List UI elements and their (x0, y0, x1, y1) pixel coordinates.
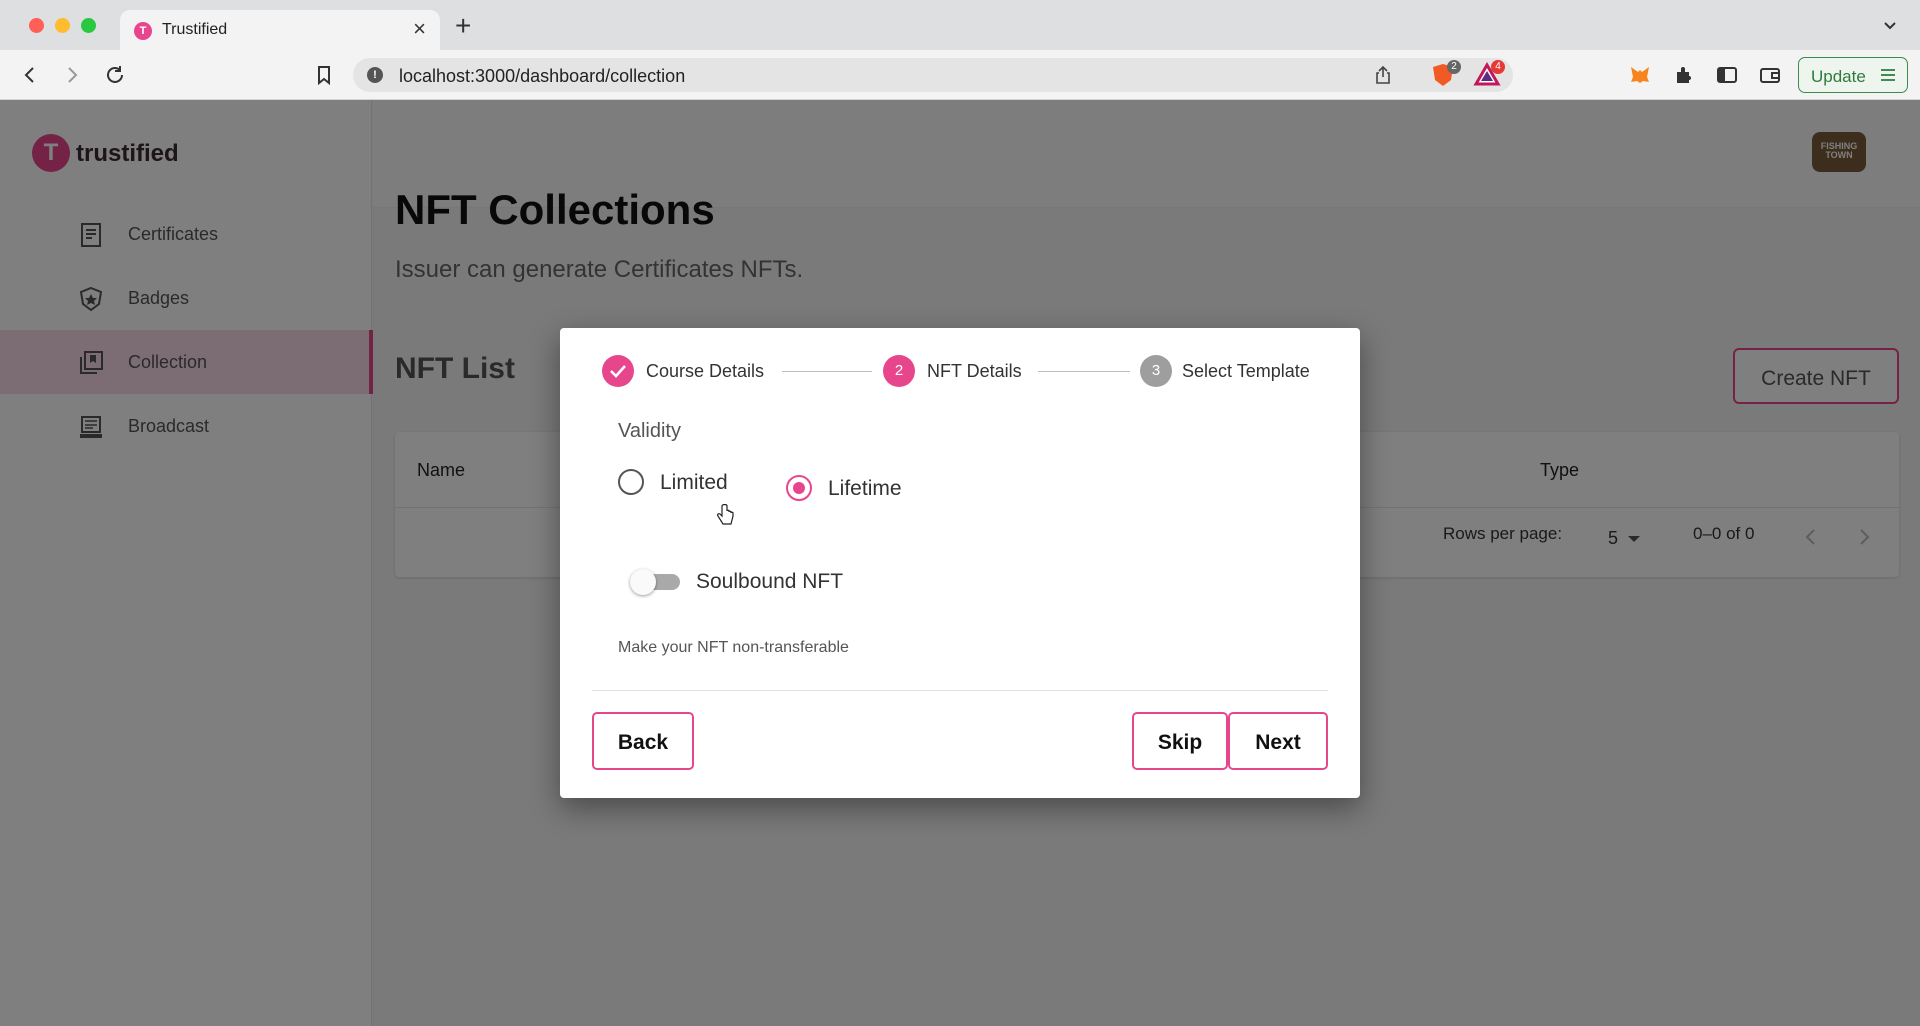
skip-button-label: Skip (1157, 731, 1203, 754)
next-button[interactable]: Next (1228, 712, 1328, 770)
tab-title: Trustified (162, 21, 228, 38)
validity-label: Validity (618, 420, 681, 442)
window-zoom-button[interactable] (81, 18, 96, 33)
extensions-icon[interactable] (1672, 63, 1696, 87)
radio-limited[interactable] (618, 469, 644, 495)
step-label-select-template: Select Template (1182, 361, 1310, 381)
soulbound-helper-text: Make your NFT non-transferable (618, 639, 849, 656)
step-connector (1038, 371, 1130, 372)
soulbound-toggle[interactable] (630, 568, 682, 596)
back-button[interactable]: Back (592, 712, 694, 770)
update-button[interactable]: Update (1798, 57, 1908, 93)
soulbound-label[interactable]: Soulbound NFT (696, 570, 843, 594)
info-icon[interactable]: ! (367, 67, 383, 83)
browser-toolbar: ! localhost:3000/dashboard/collection 2 … (0, 50, 1920, 100)
modal-divider (592, 690, 1328, 691)
tab-favicon-icon: T (134, 22, 152, 40)
browser-tab-bar: T Trustified × + (0, 0, 1920, 50)
next-button-label: Next (1255, 731, 1301, 754)
back-button-label: Back (617, 731, 669, 754)
bookmark-icon[interactable] (312, 63, 336, 87)
chevron-down-icon[interactable] (1882, 17, 1898, 33)
metamask-icon[interactable] (1628, 63, 1652, 87)
toggle-thumb (630, 569, 656, 595)
sidebar-icon[interactable] (1715, 63, 1739, 87)
radio-label-limited[interactable]: Limited (660, 471, 728, 495)
rewards-count-badge: 4 (1491, 60, 1505, 74)
step-label-course-details: Course Details (646, 361, 765, 381)
step-label-nft-details: NFT Details (927, 361, 1022, 381)
skip-button[interactable]: Skip (1132, 712, 1228, 770)
menu-icon (1881, 69, 1895, 81)
step-connector (782, 371, 872, 372)
update-label: Update (1811, 67, 1866, 86)
step-number-2: 2 (883, 355, 915, 387)
hand-cursor-icon (717, 504, 734, 525)
back-icon[interactable] (18, 63, 42, 87)
radio-lifetime[interactable] (786, 475, 812, 501)
reload-icon[interactable] (103, 63, 127, 87)
forward-icon[interactable] (60, 63, 84, 87)
radio-label-lifetime[interactable]: Lifetime (828, 477, 902, 501)
brave-rewards-icon[interactable]: 4 (1473, 60, 1505, 88)
window-minimize-button[interactable] (55, 18, 70, 33)
brave-shield-icon[interactable]: 2 (1429, 60, 1461, 88)
window-close-button[interactable] (29, 18, 44, 33)
address-bar[interactable]: ! localhost:3000/dashboard/collection 2 … (353, 58, 1513, 92)
close-icon[interactable]: × (413, 18, 426, 40)
plus-icon[interactable]: + (455, 12, 471, 40)
share-icon[interactable] (1373, 65, 1393, 85)
step-completed-icon (602, 355, 634, 387)
browser-tab[interactable]: T Trustified × (120, 10, 440, 50)
shield-count-badge: 2 (1447, 60, 1461, 74)
create-nft-dialog: Course Details 2 NFT Details 3 Select Te… (560, 328, 1360, 798)
wallet-icon[interactable] (1758, 63, 1782, 87)
url-text[interactable]: localhost:3000/dashboard/collection (399, 66, 685, 87)
step-number-3: 3 (1140, 355, 1172, 387)
